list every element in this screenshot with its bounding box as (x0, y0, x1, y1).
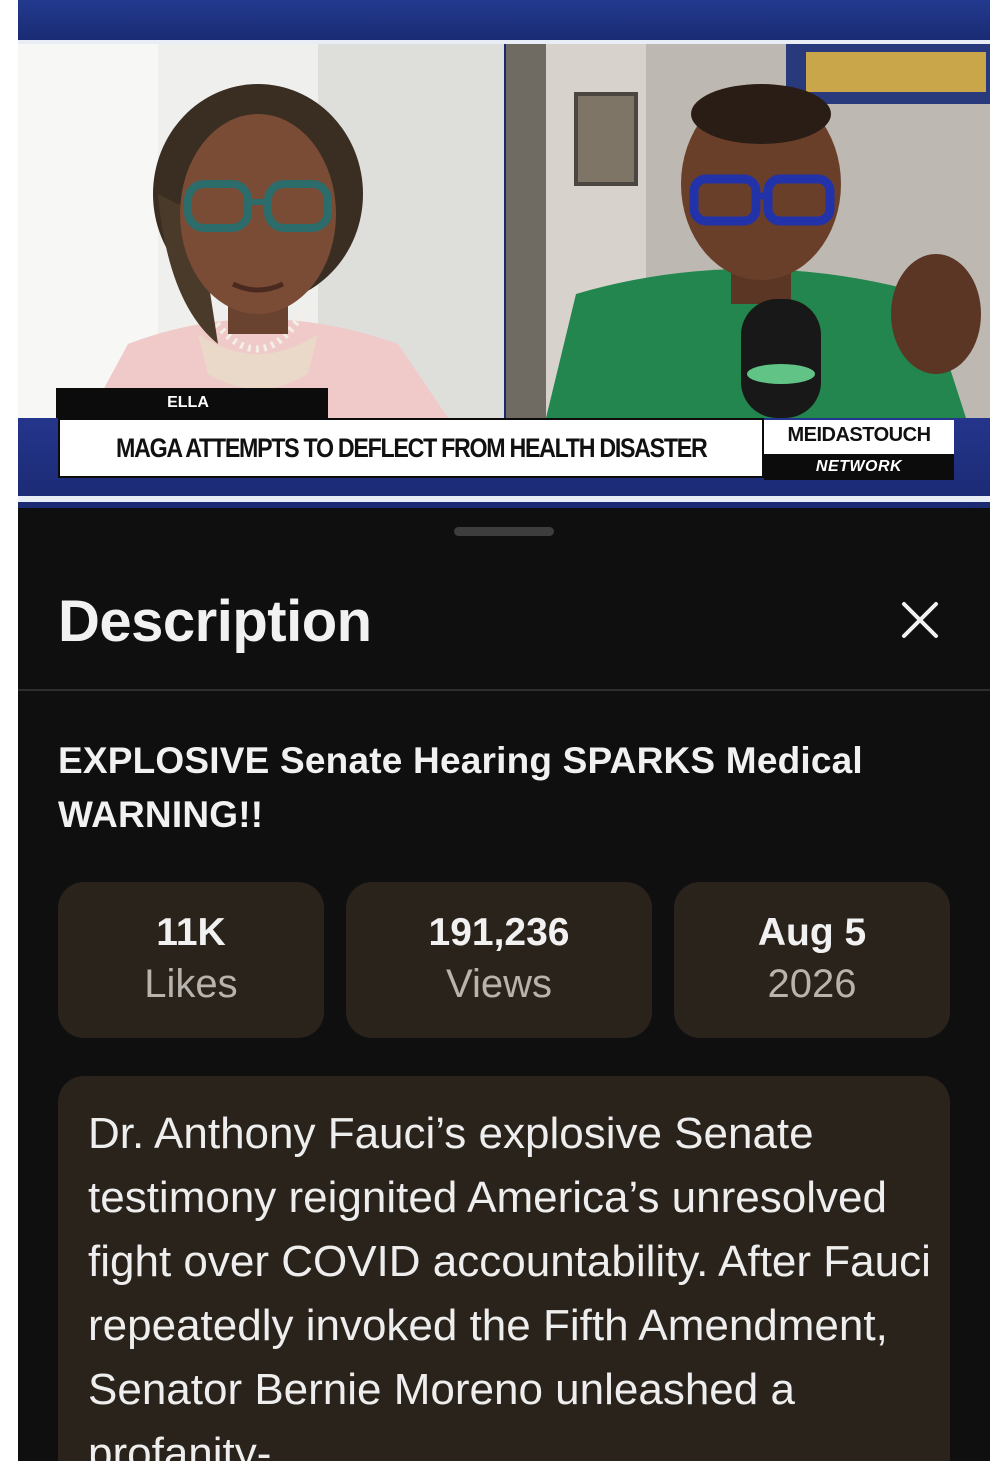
date-year: 2026 (767, 962, 857, 1006)
description-text: Dr. Anthony Fauci’s explosive Senate tes… (88, 1109, 931, 1461)
drag-handle[interactable] (454, 527, 554, 536)
close-button[interactable] (890, 590, 950, 650)
guest-name-tag: ELLA (56, 388, 328, 418)
headline-chyron: MAGA ATTEMPTS TO DEFLECT FROM HEALTH DIS… (58, 418, 764, 478)
video-pane-host (506, 44, 990, 418)
video-player[interactable]: ELLA MAGA ATTEMPTS TO DEFLECT FROM HEALT… (18, 0, 990, 508)
network-brand: MEIDASTOUCH (787, 424, 931, 446)
guest-name-text: ELLA (167, 394, 209, 411)
guest-video-frame (18, 44, 504, 418)
network-brand-sub: NETWORK (764, 454, 954, 480)
network-logo: MEIDASTOUCH NETWORK (764, 420, 954, 480)
description-sheet: Description EXPLOSIVE Senate Hearing SPA… (18, 508, 990, 1461)
date-stat: Aug 5 2026 (674, 882, 950, 1038)
date-value: Aug 5 (757, 911, 867, 954)
views-stat: 191,236 Views (346, 882, 652, 1038)
sheet-title: Description (58, 589, 372, 654)
likes-value: 11K (156, 911, 226, 954)
host-video-frame (506, 44, 990, 418)
video-title: EXPLOSIVE Senate Hearing SPARKS Medical … (58, 740, 863, 835)
video-top-band (18, 0, 990, 42)
sheet-divider (18, 689, 990, 691)
views-value: 191,236 (428, 911, 570, 954)
close-icon (902, 602, 938, 638)
headline-text: MAGA ATTEMPTS TO DEFLECT FROM HEALTH DIS… (115, 432, 708, 463)
description-body[interactable]: Dr. Anthony Fauci’s explosive Senate tes… (58, 1076, 950, 1461)
video-pane-guest (18, 44, 504, 418)
likes-stat[interactable]: 11K Likes (58, 882, 324, 1038)
likes-label: Likes (144, 962, 238, 1006)
phone-screen: ELLA MAGA ATTEMPTS TO DEFLECT FROM HEALT… (18, 0, 990, 1461)
views-label: Views (446, 962, 552, 1006)
